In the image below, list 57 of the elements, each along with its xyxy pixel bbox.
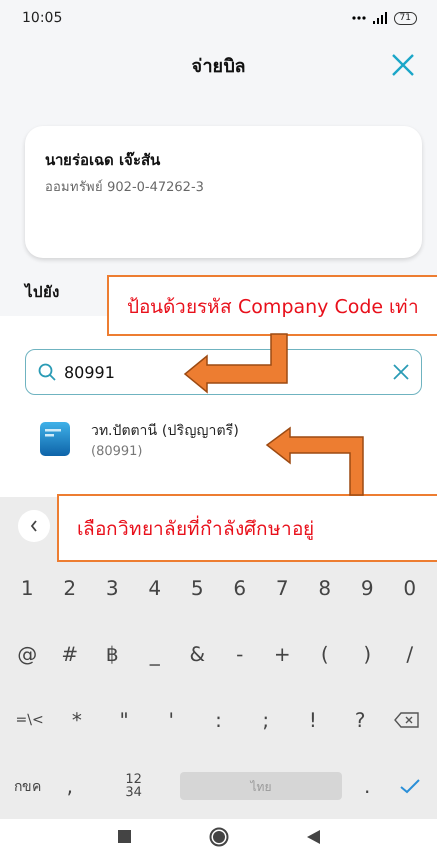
keyboard-key[interactable]: /: [388, 631, 431, 677]
keyboard-key[interactable]: ,: [48, 763, 92, 809]
back-icon[interactable]: [306, 830, 320, 844]
page-title: จ่ายบิล: [192, 54, 246, 78]
clear-icon[interactable]: [393, 364, 409, 380]
keyboard-key[interactable]: 5: [176, 565, 218, 611]
backspace-icon: [394, 712, 420, 728]
keyboard-key[interactable]: +: [261, 631, 304, 677]
keyboard-key[interactable]: 0: [388, 565, 431, 611]
keyboard-key[interactable]: *: [53, 697, 100, 743]
keyboard-key[interactable]: กขค: [6, 763, 49, 809]
keyboard-key[interactable]: .: [346, 763, 388, 809]
signal-icon: [372, 12, 388, 24]
keyboard-key[interactable]: 2: [48, 565, 91, 611]
search-icon: [38, 363, 56, 381]
recent-apps-icon[interactable]: [118, 830, 130, 843]
chevron-left-icon: [30, 520, 38, 532]
back-button[interactable]: [18, 510, 50, 542]
document-icon: [39, 421, 71, 457]
check-icon: [400, 778, 420, 794]
keyboard-key[interactable]: 9: [346, 565, 388, 611]
keyboard-key[interactable]: 3: [91, 565, 134, 611]
keyboard-key[interactable]: ?: [336, 697, 384, 743]
callout-note: เลือกวิทยาลัยที่กำลังศึกษาอยู่: [57, 494, 437, 562]
account-name: นายร่อเฉด เจ๊ะสัน: [45, 150, 162, 171]
callout-note: ป้อนด้วยรหัส Company Code เท่า: [107, 275, 437, 336]
result-code: (80991): [91, 444, 144, 459]
close-icon[interactable]: [391, 53, 415, 77]
keyboard-key[interactable]: 4: [134, 565, 176, 611]
keyboard-key[interactable]: ": [100, 697, 148, 743]
keyboard-key[interactable]: 12 34: [91, 763, 176, 809]
account-number: ออมทรัพย์ 902-0-47262-3: [45, 178, 205, 197]
result-item[interactable]: วท.ปัตตานี (ปริญญาตรี) (80991): [39, 419, 422, 459]
keyboard-key[interactable]: 8: [304, 565, 346, 611]
keyboard-key[interactable]: -: [218, 631, 261, 677]
keyboard-key[interactable]: !: [289, 697, 337, 743]
keyboard-key[interactable]: ): [346, 631, 388, 677]
keyboard-key[interactable]: _: [134, 631, 176, 677]
keyboard-key[interactable]: ': [148, 697, 195, 743]
home-icon[interactable]: [208, 826, 228, 846]
keyboard-key[interactable]: ฿: [91, 631, 134, 677]
battery-icon: 71: [394, 12, 417, 24]
keyboard-key[interactable]: #: [48, 631, 91, 677]
keyboard-key[interactable]: ;: [242, 697, 290, 743]
keyboard-key[interactable]: @: [6, 631, 48, 677]
keyboard-key[interactable]: (: [304, 631, 346, 677]
account-card[interactable]: นายร่อเฉด เจ๊ะสัน ออมทรัพย์ 902-0-47262-3: [25, 126, 422, 258]
section-label: ไปยัง: [25, 282, 59, 303]
keyboard-key[interactable]: :: [194, 697, 242, 743]
keyboard-key[interactable]: 1: [6, 565, 48, 611]
keyboard-key[interactable]: 7: [261, 565, 304, 611]
keyboard-key[interactable]: &: [176, 631, 218, 677]
keyboard-key[interactable]: 6: [218, 565, 261, 611]
more-icon: [352, 16, 366, 20]
keyboard-key[interactable]: =\<: [6, 697, 54, 743]
status-time: 10:05: [22, 10, 62, 26]
result-name: วท.ปัตตานี (ปริญญาตรี): [91, 422, 239, 441]
